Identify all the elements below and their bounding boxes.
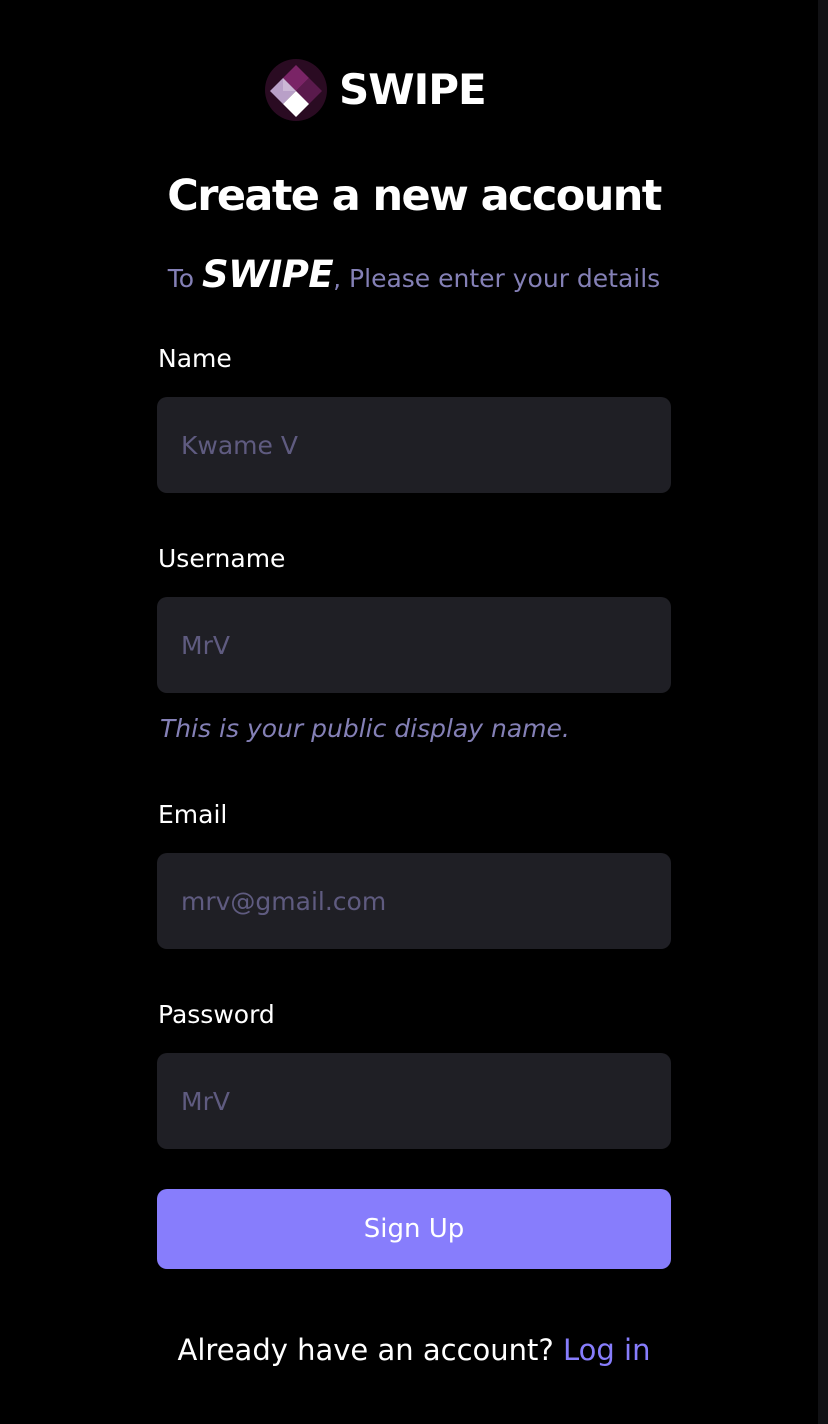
username-label: Username	[158, 544, 286, 573]
login-prompt: Already have an account? Log in	[0, 1328, 828, 1372]
username-hint: This is your public display name.	[160, 714, 570, 743]
subtitle-suffix: , Please enter your details	[333, 264, 661, 293]
subtitle-prefix: To	[167, 264, 203, 293]
sign-up-button[interactable]: Sign Up	[157, 1189, 671, 1269]
subtitle-brand: SWIPE	[202, 253, 334, 296]
login-prompt-text: Already have an account?	[177, 1333, 554, 1367]
password-input[interactable]	[157, 1053, 671, 1149]
email-label: Email	[158, 800, 228, 829]
name-label: Name	[158, 344, 232, 373]
page-title: Create a new account	[167, 171, 662, 221]
brand-header: SWIPE	[265, 58, 487, 122]
swipe-logo-icon	[265, 59, 327, 121]
page-subtitle: To SWIPE, Please enter your details	[158, 250, 670, 304]
password-label: Password	[158, 1000, 275, 1029]
log-in-link[interactable]: Log in	[563, 1333, 650, 1367]
brand-name: SWIPE	[339, 65, 487, 114]
name-input[interactable]	[157, 397, 671, 493]
email-input[interactable]	[157, 853, 671, 949]
username-input[interactable]	[157, 597, 671, 693]
